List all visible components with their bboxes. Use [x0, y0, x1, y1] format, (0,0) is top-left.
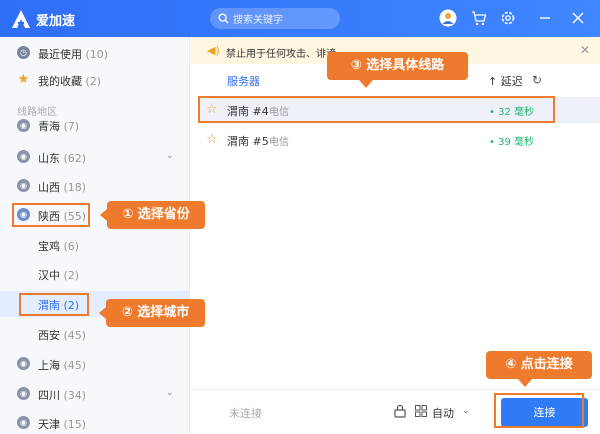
server-name: 渭南 #5	[227, 135, 269, 148]
sidebar-item-baoji[interactable]: 宝鸡 (6)	[0, 232, 189, 258]
column-header-delay[interactable]: ↑ 延迟	[488, 73, 523, 89]
callout-step3-text: ③ 选择具体线路	[350, 58, 445, 73]
sidebar-item-count: (6)	[63, 240, 80, 253]
app-logo-icon	[12, 10, 30, 28]
chevron-down-icon: ⌄	[166, 388, 174, 398]
region-icon: ◉	[17, 357, 30, 370]
star-icon: ★	[17, 72, 30, 87]
mode-select[interactable]: 自动	[432, 405, 454, 421]
sidebar-item-label: 青海	[38, 120, 60, 133]
callout-step2-text: ② 选择城市	[121, 305, 190, 320]
sidebar-item-favorites[interactable]: ★ 我的收藏 (2)	[0, 67, 189, 93]
clock-icon: ◷	[17, 46, 30, 59]
sidebar-item-sichuan[interactable]: ◉ 四川 (34) ⌄	[0, 381, 189, 407]
sidebar: ◷ 最近使用 (10) ★ 我的收藏 (2) 线路地区 ◉ 青海 (7) ◉ 山…	[0, 37, 190, 434]
search-box[interactable]: 搜索关键字	[210, 8, 340, 29]
close-icon[interactable]	[569, 9, 587, 27]
sidebar-item-label: 天津	[38, 418, 60, 431]
callout-step3: ③ 选择具体线路	[327, 52, 468, 88]
chevron-down-icon[interactable]: ⌄	[462, 406, 470, 416]
callout-step4: ④ 点击连接	[486, 351, 592, 387]
highlight-city	[19, 293, 89, 316]
server-latency: • 39 毫秒	[489, 137, 534, 148]
title-bar: 爱加速 搜索关键字	[0, 0, 600, 37]
cart-icon[interactable]	[470, 9, 488, 27]
region-icon: ◉	[17, 150, 30, 163]
sidebar-item-label: 山东	[38, 152, 60, 165]
callout-step2: ② 选择城市	[99, 299, 205, 327]
region-icon: ◉	[17, 416, 30, 429]
column-header-server[interactable]: 服务器	[227, 73, 260, 89]
favorite-star-icon[interactable]: ☆	[206, 132, 218, 147]
sidebar-item-count: (2)	[85, 75, 102, 88]
sidebar-item-count: (45)	[63, 329, 87, 342]
sidebar-item-count: (18)	[63, 181, 87, 194]
sidebar-item-count: (45)	[63, 359, 87, 372]
sidebar-item-count: (10)	[85, 48, 109, 61]
sidebar-item-shandong[interactable]: ◉ 山东 (62) ⌄	[0, 144, 189, 170]
chevron-down-icon: ⌄	[166, 151, 174, 161]
sidebar-item-label: 山西	[38, 181, 60, 194]
sidebar-item-recent[interactable]: ◷ 最近使用 (10)	[0, 40, 189, 66]
server-isp: 电信	[269, 137, 289, 148]
callout-arrow	[359, 80, 373, 88]
server-row[interactable]: ☆ 渭南 #5 电信 • 39 毫秒	[198, 127, 600, 153]
highlight-server-row	[198, 96, 555, 123]
callout-arrow	[100, 209, 107, 221]
callout-arrow	[99, 307, 106, 319]
sidebar-item-count: (34)	[63, 389, 87, 402]
callout-step1-text: ① 选择省份	[122, 207, 190, 222]
refresh-icon[interactable]: ↻	[532, 73, 542, 87]
sidebar-item-label: 宝鸡	[38, 240, 60, 253]
sidebar-item-label: 汉中	[38, 269, 60, 282]
notice-close-icon[interactable]: ✕	[580, 43, 590, 57]
highlight-connect	[494, 393, 584, 428]
speaker-icon: ◀)	[207, 44, 220, 57]
sidebar-item-count: (2)	[63, 269, 80, 282]
sidebar-item-label: 四川	[38, 389, 60, 402]
search-icon	[218, 13, 229, 24]
region-icon: ◉	[17, 387, 30, 400]
region-icon: ◉	[17, 119, 30, 132]
grid-icon	[415, 405, 427, 417]
avatar-icon[interactable]	[439, 9, 457, 27]
highlight-province	[12, 203, 90, 227]
sidebar-item-shanghai[interactable]: ◉ 上海 (45)	[0, 351, 189, 377]
sidebar-item-label: 西安	[38, 329, 60, 342]
gear-icon[interactable]	[499, 9, 517, 27]
callout-step4-text: ④ 点击连接	[505, 357, 573, 372]
sidebar-item-qinghai[interactable]: ◉ 青海 (7)	[0, 115, 189, 135]
sidebar-item-hanzhong[interactable]: 汉中 (2)	[0, 261, 189, 287]
callout-step1: ① 选择省份	[100, 201, 205, 229]
lock-icon[interactable]	[394, 404, 406, 418]
minimize-icon[interactable]	[536, 9, 554, 27]
sidebar-item-label: 上海	[38, 359, 60, 372]
sidebar-item-shanxi[interactable]: ◉ 山西 (18)	[0, 173, 189, 199]
search-input[interactable]: 搜索关键字	[233, 11, 283, 26]
sidebar-item-label: 最近使用	[38, 48, 82, 61]
region-icon: ◉	[17, 179, 30, 192]
sidebar-item-tianjin[interactable]: ◉ 天津 (15)	[0, 410, 189, 434]
sidebar-item-count: (7)	[63, 120, 80, 133]
sidebar-item-label: 我的收藏	[38, 75, 82, 88]
app-name: 爱加速	[36, 14, 76, 29]
sidebar-item-count: (62)	[63, 152, 87, 165]
sidebar-item-count: (15)	[63, 418, 87, 431]
connection-status: 未连接	[229, 407, 262, 420]
callout-arrow	[518, 379, 532, 387]
